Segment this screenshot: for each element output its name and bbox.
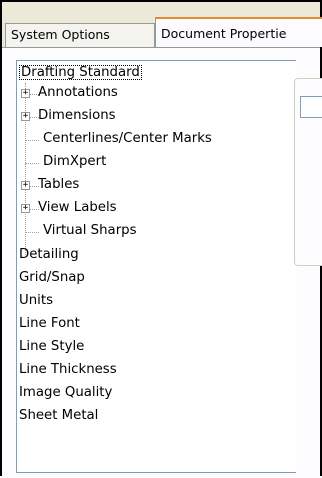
tree-item-dimxpert[interactable]: DimXpert <box>43 152 106 172</box>
tree-item-label: Centerlines/Center Marks <box>43 131 212 146</box>
tree-item-label: Image Quality <box>19 385 113 400</box>
tree-item-units[interactable]: Units <box>19 291 53 311</box>
tab-page: Drafting Standard + Annotations + Dimens… <box>2 48 322 478</box>
tab-system-options[interactable]: System Options <box>5 23 155 47</box>
settings-field[interactable] <box>300 96 322 118</box>
tab-strip: System Options Document Propertie <box>2 2 322 48</box>
expand-icon[interactable]: + <box>21 112 30 121</box>
tree-item-dimensions[interactable]: Dimensions <box>38 106 116 126</box>
tree-connector <box>25 232 39 233</box>
tree-item-label: Tables <box>38 177 80 192</box>
tree-item-annotations[interactable]: Annotations <box>38 83 118 103</box>
tree-connector <box>25 163 39 164</box>
tree-item-tables[interactable]: Tables <box>38 175 79 195</box>
tree-item-sheet-metal[interactable]: Sheet Metal <box>19 406 98 426</box>
tree-item-virtual-sharps[interactable]: Virtual Sharps <box>43 221 137 241</box>
tree-item-label: Units <box>19 293 53 308</box>
tree-item-label: Drafting Standard <box>19 65 142 80</box>
tree-item-label: Sheet Metal <box>19 408 99 423</box>
tree-item-view-labels[interactable]: View Labels <box>38 198 117 218</box>
tree-item-label: Line Thickness <box>19 362 117 377</box>
tree-connector-line <box>25 83 26 255</box>
tree-item-drafting-standard[interactable]: Drafting Standard <box>19 63 142 83</box>
tree-item-detailing[interactable]: Detailing <box>19 245 79 265</box>
tree-item-label: DimXpert <box>43 154 107 169</box>
tree-item-grid-snap[interactable]: Grid/Snap <box>19 268 85 288</box>
expand-icon[interactable]: + <box>21 181 30 190</box>
tree-connector <box>25 140 39 141</box>
tree-item-line-style[interactable]: Line Style <box>19 337 84 357</box>
tree-item-label: Line Font <box>19 316 80 331</box>
tree-item-label: Virtual Sharps <box>43 223 137 238</box>
document-properties-dialog: System Options Document Propertie Drafti… <box>0 0 322 478</box>
tree-item-label: Dimensions <box>38 108 116 123</box>
tree-item-label: Annotations <box>38 85 118 100</box>
tree-item-label: View Labels <box>38 200 117 215</box>
tree-item-line-font[interactable]: Line Font <box>19 314 80 334</box>
tree-item-image-quality[interactable]: Image Quality <box>19 383 112 403</box>
tree-item-label: Line Style <box>19 339 85 354</box>
tree-item-line-thickness[interactable]: Line Thickness <box>19 360 117 380</box>
expand-icon[interactable]: + <box>21 204 30 213</box>
tree-item-label: Grid/Snap <box>19 270 85 285</box>
expand-icon[interactable]: + <box>21 89 30 98</box>
tree-item-label: Detailing <box>19 247 79 262</box>
options-tree[interactable]: Drafting Standard + Annotations + Dimens… <box>16 60 296 473</box>
tree-item-centerlines[interactable]: Centerlines/Center Marks <box>43 129 212 149</box>
tab-document-properties[interactable]: Document Propertie <box>155 17 322 47</box>
